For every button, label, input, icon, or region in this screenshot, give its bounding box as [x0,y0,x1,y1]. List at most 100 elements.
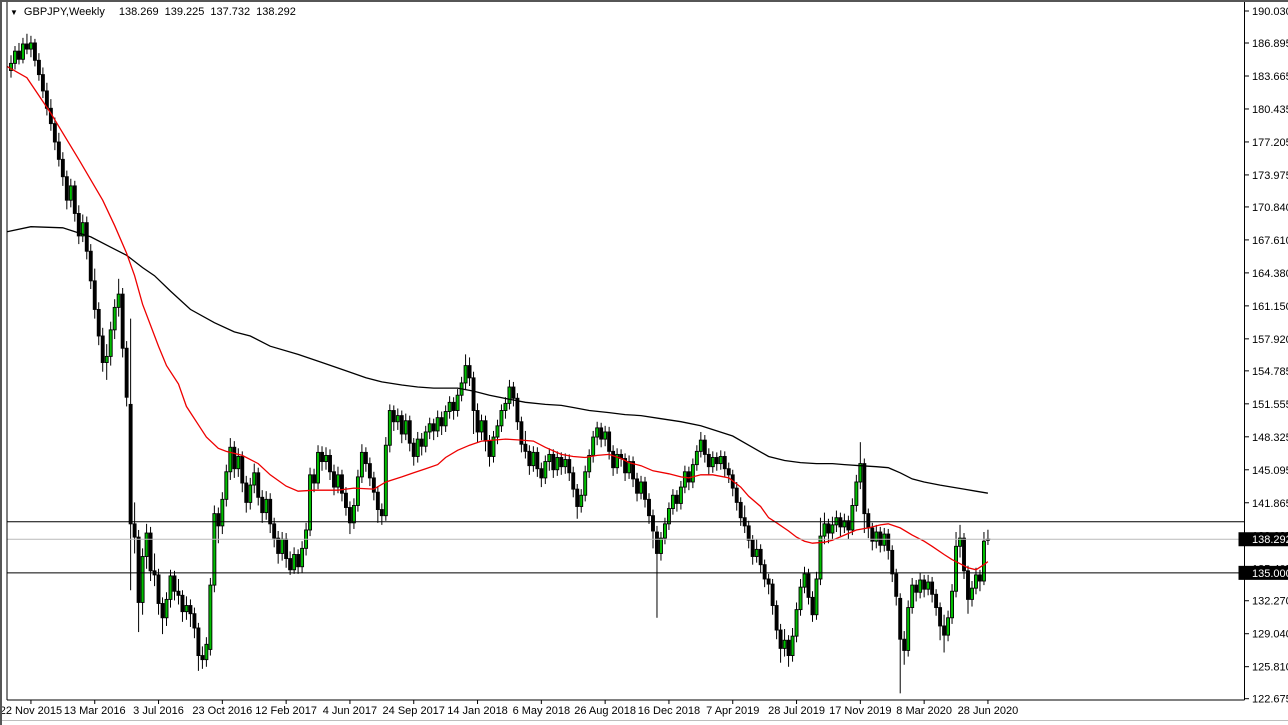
candle-body [237,456,240,468]
candle-body [189,606,192,614]
candle-body [257,473,260,498]
candle-body [903,639,906,650]
axis-date-label: 12 Feb 2017 [255,705,317,717]
candle-body [548,454,551,461]
candle-body [245,483,248,502]
candle-body [512,387,515,398]
candle-body [201,656,204,660]
candle-body [17,51,20,59]
candle-body [604,432,607,439]
candle-body [747,526,750,540]
candle-body [687,472,690,482]
candle-body [875,532,878,541]
candle-body [372,478,375,492]
candle-body [568,460,571,473]
candle-body [249,485,252,502]
axis-price-label: 129.040 [1252,629,1288,641]
candle-body [177,591,180,595]
candle-body [261,497,264,512]
axis-date-label: 3 Jul 2016 [133,705,184,717]
candle-body [895,574,898,596]
axis-price-label: 161.150 [1252,301,1288,313]
axis-price-label: 122.675 [1252,694,1288,706]
open-value: 138.269 [119,6,159,18]
candle-body [927,582,930,589]
axis-date-label: 14 Jan 2018 [447,705,508,717]
candle-body [297,554,300,566]
chevron-down-icon[interactable]: ▼ [10,7,18,18]
axis-price-label: 145.095 [1252,465,1288,477]
axis-date-label: 26 Aug 2018 [574,705,636,717]
candle-body [109,330,112,357]
candle-body [89,251,92,281]
candle-body [955,546,958,591]
candle-body [388,411,391,446]
candle-body [416,439,419,456]
candle-body [831,525,834,533]
candle-body [213,514,216,585]
candle-body [368,464,371,478]
candle-body [803,574,806,587]
candle-body [165,599,168,617]
candle-body [329,455,332,471]
candle-body [939,608,942,626]
candle-body [935,594,938,607]
candle-body [85,223,88,252]
candle-body [229,447,232,472]
candle-body [181,595,184,611]
candle-body [811,597,814,614]
candle-body [827,524,830,533]
candle-body [69,186,72,200]
candle-body [771,584,774,605]
axis-date-label: 23 Oct 2016 [192,705,252,717]
candle-body [727,469,730,475]
candle-body [293,554,296,569]
candle-body [791,636,794,655]
candle-body [735,488,738,502]
candle-body [281,539,284,553]
candle-body [476,411,479,432]
candle-body [332,472,335,487]
candle-body [364,452,367,463]
candle-body [209,585,212,649]
candle-body [436,418,439,431]
candle-body [691,465,694,482]
candle-body [879,532,882,545]
candle-body [464,366,467,383]
candle-body [723,456,726,468]
candle-body [496,426,499,437]
candle-body [325,455,328,461]
axis-date-label: 8 Mar 2020 [896,705,952,717]
price-badge-current-text: 138.292 [1252,534,1288,546]
price-chart[interactable]: 138.635135.405190.030186.895183.665180.4… [2,2,1288,725]
candle-body [185,606,188,612]
candle-body [775,606,778,631]
candle-body [540,469,543,478]
candle-body [970,588,973,599]
candle-body [572,473,575,489]
candle-body [21,44,24,59]
candle-body [173,576,176,591]
candle-body [931,582,934,594]
candle-body [344,493,347,507]
candle-body [412,443,415,456]
candle-body [352,505,355,522]
candle-body [53,124,56,142]
candle-body [891,550,894,573]
candle-body [25,44,28,49]
candle-body [544,462,547,478]
candle-body [376,492,379,509]
axis-date-label: 28 Jul 2019 [768,705,825,717]
axis-price-label: 132.270 [1252,596,1288,608]
candle-body [273,524,276,538]
axis-date-label: 28 Jun 2020 [958,705,1019,717]
candle-body [289,559,292,570]
candle-body [707,454,710,466]
candle-body [651,516,654,531]
axis-price-label: 164.380 [1252,268,1288,280]
candle-body [907,608,910,651]
candle-body [974,575,977,588]
candle-body [301,548,304,566]
candle-body [528,451,531,465]
candle-body [556,457,559,469]
